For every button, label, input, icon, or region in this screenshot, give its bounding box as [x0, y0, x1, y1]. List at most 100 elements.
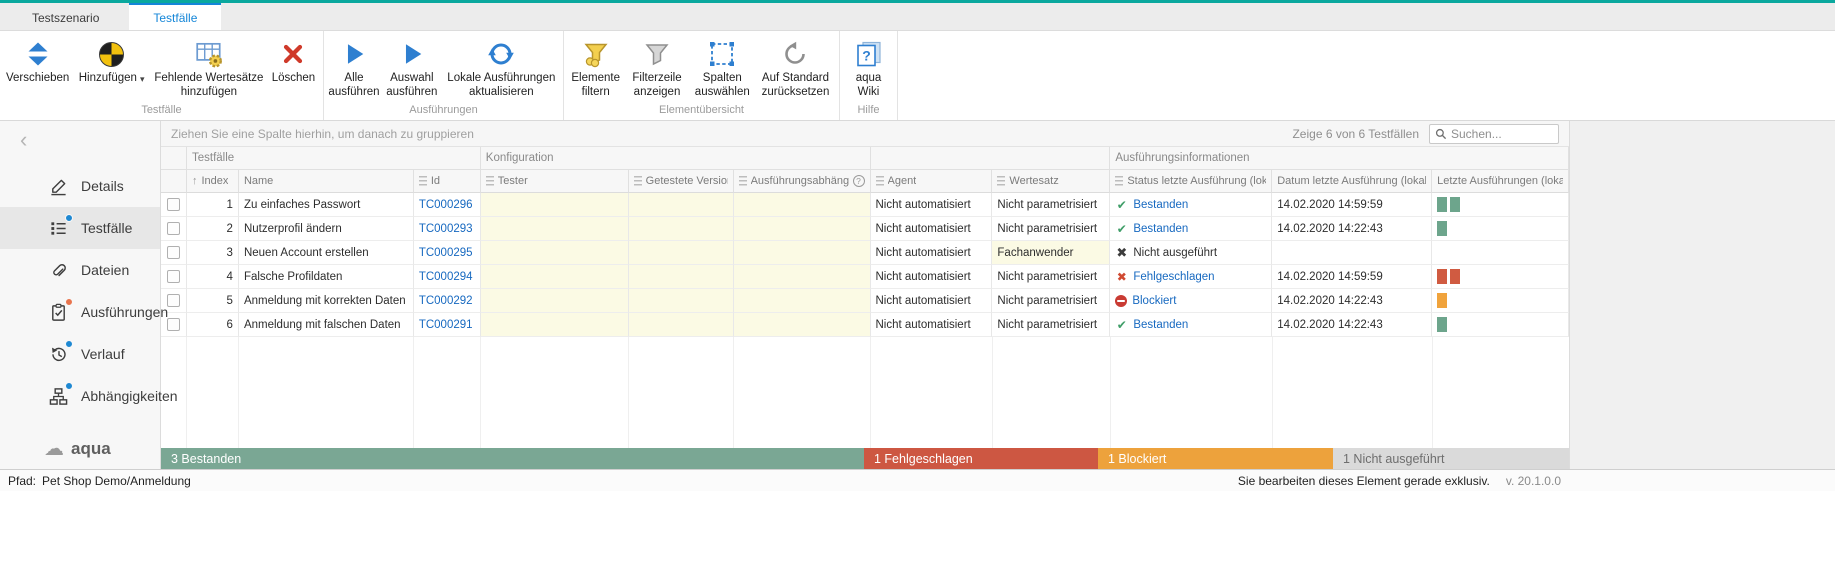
cell-run-history[interactable] [1432, 313, 1569, 337]
cell-status[interactable]: Bestanden [1110, 217, 1272, 241]
column-filter-icon[interactable] [486, 176, 494, 186]
run-history-square-failed[interactable] [1450, 269, 1460, 284]
cell-status[interactable]: Blockiert [1110, 289, 1272, 313]
filter-elements-button[interactable]: Elemente filtern [567, 36, 624, 102]
cell-last-run-date[interactable]: 14.02.2020 14:22:43 [1272, 217, 1432, 241]
table-row[interactable]: 3Neuen Account erstellenTC000295Nicht au… [161, 241, 1569, 265]
cell-value-set[interactable]: Fachanwender [992, 241, 1110, 265]
status-segment-blocked[interactable]: 1 Blockiert [1098, 448, 1333, 469]
cell-run-history[interactable] [1432, 289, 1569, 313]
cell-status[interactable]: Fehlgeschlagen [1110, 265, 1272, 289]
row-checkbox[interactable] [167, 270, 180, 283]
column-filter-icon[interactable] [876, 176, 884, 186]
cell-agent[interactable]: Nicht automatisiert [871, 289, 993, 313]
cell-value-set[interactable]: Nicht parametrisiert [992, 289, 1110, 313]
cell-value-set[interactable]: Nicht parametrisiert [992, 217, 1110, 241]
cell-index[interactable]: 6 [187, 313, 239, 337]
group-by-strip[interactable]: Ziehen Sie eine Spalte hierhin, um danac… [161, 121, 1569, 147]
show-filter-row-button[interactable]: Filterzeile anzeigen [624, 36, 689, 102]
column-header-index[interactable]: ↑Index [187, 170, 239, 193]
column-band-1[interactable]: Testfälle [187, 147, 481, 170]
cell-id[interactable]: TC000296 [414, 193, 481, 217]
cell-name[interactable]: Falsche Profildaten [239, 265, 414, 289]
cell-run-history[interactable] [1432, 217, 1569, 241]
reset-to-default-button[interactable]: Auf Standard zurücksetzen [755, 36, 836, 102]
row-checkbox[interactable] [167, 318, 180, 331]
cell-execution-dependency[interactable] [734, 241, 871, 265]
column-header-tested_version[interactable]: Getestete Version [629, 170, 734, 193]
sidebar-item-verlauf[interactable]: Verlauf [0, 333, 160, 375]
cell-tested-version[interactable] [629, 241, 734, 265]
column-header-status[interactable]: Status letzte Ausführung (lokal) [1110, 170, 1272, 193]
sidebar-item-ausfuehrungen[interactable]: Ausführungen [0, 291, 160, 333]
sidebar-item-abhaengigkeiten[interactable]: Abhängigkeiten [0, 375, 160, 417]
row-checkbox[interactable] [167, 246, 180, 259]
status-segment-notrun[interactable]: 1 Nicht ausgeführt [1333, 448, 1569, 469]
collapse-sidebar-icon[interactable]: ‹ [20, 129, 27, 151]
cell-last-run-date[interactable]: 14.02.2020 14:22:43 [1272, 289, 1432, 313]
cell-tested-version[interactable] [629, 289, 734, 313]
run-history-square-blocked[interactable] [1437, 293, 1447, 308]
cell-agent[interactable]: Nicht automatisiert [871, 193, 993, 217]
add-missing-valuesets-button[interactable]: Fehlende Wertesätze hinzufügen [151, 36, 267, 102]
sidebar-item-testfaelle[interactable]: Testfälle [0, 207, 160, 249]
column-header-run_history[interactable]: Letzte Ausführungen (lokal) [1432, 170, 1569, 193]
run-history-square-failed[interactable] [1437, 269, 1447, 284]
refresh-local-executions-button[interactable]: Lokale Ausführungen aktualisieren [443, 36, 560, 102]
cell-id[interactable]: TC000295 [414, 241, 481, 265]
status-label[interactable]: Blockiert [1132, 295, 1176, 307]
cell-tester[interactable] [481, 193, 629, 217]
table-row[interactable]: 4Falsche ProfildatenTC000294Nicht automa… [161, 265, 1569, 289]
column-header-execution_dependency[interactable]: Ausführungsabhängigkeit? [734, 170, 871, 193]
row-checkbox[interactable] [167, 222, 180, 235]
cell-name[interactable]: Neuen Account erstellen [239, 241, 414, 265]
help-icon[interactable]: ? [853, 175, 865, 187]
cell-name[interactable]: Anmeldung mit korrekten Daten [239, 289, 414, 313]
cell-execution-dependency[interactable] [734, 313, 871, 337]
cell-execution-dependency[interactable] [734, 289, 871, 313]
cell-status[interactable]: Bestanden [1110, 193, 1272, 217]
cell-id[interactable]: TC000292 [414, 289, 481, 313]
run-all-button[interactable]: Alle ausführen [327, 36, 381, 102]
cell-agent[interactable]: Nicht automatisiert [871, 265, 993, 289]
search-box[interactable] [1429, 124, 1559, 144]
cell-index[interactable]: 4 [187, 265, 239, 289]
cell-tested-version[interactable] [629, 265, 734, 289]
run-history-square-passed[interactable] [1450, 197, 1460, 212]
cell-last-run-date[interactable]: 14.02.2020 14:59:59 [1272, 193, 1432, 217]
cell-tested-version[interactable] [629, 313, 734, 337]
cell-select[interactable] [161, 217, 187, 241]
cell-name[interactable]: Nutzerprofil ändern [239, 217, 414, 241]
cell-tested-version[interactable] [629, 217, 734, 241]
cell-agent[interactable]: Nicht automatisiert [871, 217, 993, 241]
column-header-last_run_date[interactable]: Datum letzte Ausführung (lokal) [1272, 170, 1432, 193]
cell-execution-dependency[interactable] [734, 193, 871, 217]
cell-agent[interactable]: Nicht automatisiert [871, 313, 993, 337]
cell-status[interactable]: Bestanden [1110, 313, 1272, 337]
testcase-id-link[interactable]: TC000291 [419, 319, 473, 331]
cell-tester[interactable] [481, 289, 629, 313]
status-label[interactable]: Fehlgeschlagen [1133, 271, 1214, 283]
row-checkbox[interactable] [167, 294, 180, 307]
run-history-square-passed[interactable] [1437, 317, 1447, 332]
column-filter-icon[interactable] [419, 176, 427, 186]
cell-index[interactable]: 3 [187, 241, 239, 265]
cell-value-set[interactable]: Nicht parametrisiert [992, 193, 1110, 217]
move-button[interactable]: Verschieben [3, 36, 72, 88]
cell-last-run-date[interactable]: 14.02.2020 14:22:43 [1272, 313, 1432, 337]
cell-name[interactable]: Zu einfaches Passwort [239, 193, 414, 217]
select-columns-button[interactable]: Spalten auswählen [690, 36, 755, 102]
column-band-4[interactable]: Ausführungsinformationen [1110, 147, 1569, 170]
cell-run-history[interactable] [1432, 265, 1569, 289]
testcase-id-link[interactable]: TC000296 [419, 199, 473, 211]
row-checkbox[interactable] [167, 198, 180, 211]
testcase-id-link[interactable]: TC000295 [419, 247, 473, 259]
column-header-value_set[interactable]: Wertesatz [992, 170, 1110, 193]
column-filter-icon[interactable] [1115, 176, 1123, 186]
status-segment-failed[interactable]: 1 Fehlgeschlagen [864, 448, 1098, 469]
column-filter-icon[interactable] [634, 176, 642, 186]
sidebar-item-details[interactable]: Details [0, 165, 160, 207]
column-header-select[interactable] [161, 170, 187, 193]
cell-tester[interactable] [481, 241, 629, 265]
cell-select[interactable] [161, 265, 187, 289]
